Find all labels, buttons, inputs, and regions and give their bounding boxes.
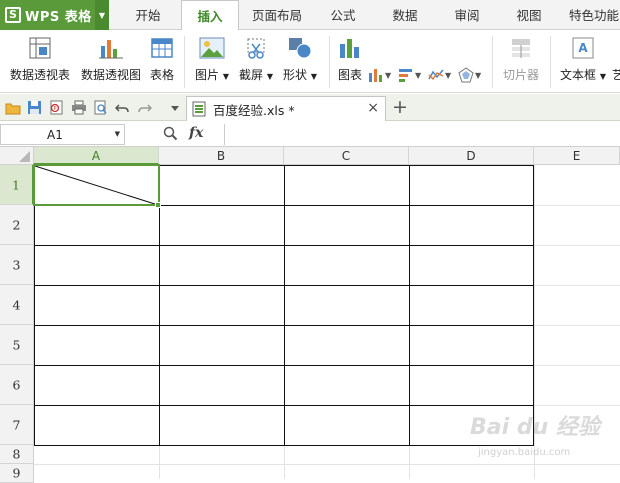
shapes-icon <box>287 34 313 62</box>
svg-text:A: A <box>578 41 588 55</box>
tab-special-features[interactable]: 特色功能 <box>565 0 620 30</box>
app-name: WPS 表格 <box>25 9 92 25</box>
xls-file-icon <box>192 101 206 117</box>
textbox-label: 文本框 ▼ <box>560 68 606 82</box>
open-folder-icon[interactable] <box>4 99 21 116</box>
app-menu-dropdown-icon[interactable]: ▼ <box>95 0 109 30</box>
table-button[interactable]: 表格 <box>148 34 176 83</box>
tab-review[interactable]: 审阅 <box>446 0 488 30</box>
fill-handle[interactable] <box>155 202 161 208</box>
textbox-icon: A <box>571 34 595 62</box>
tab-home[interactable]: 开始 <box>124 0 172 30</box>
selected-cell-a1[interactable] <box>33 164 160 206</box>
new-tab-icon[interactable]: + <box>392 95 408 119</box>
cell-reference: A1 <box>47 128 63 142</box>
pivot-table-button[interactable]: 数据透视表 <box>8 34 72 83</box>
scissors-icon <box>244 34 268 62</box>
baidu-watermark: Bai du 经验 <box>470 415 600 440</box>
customize-dropdown-icon[interactable] <box>166 99 183 116</box>
quick-access-bar: P 百度经验.xls * × + <box>0 94 620 121</box>
picture-icon <box>199 34 225 62</box>
app-menu-button[interactable]: S WPS 表格 ▼ <box>0 0 109 30</box>
ribbon-separator <box>184 36 185 88</box>
pivot-chart-label: 数据透视图 <box>80 68 141 82</box>
chart-label: 图表 <box>337 68 362 82</box>
spreadsheet-grid: A B C D E 1 2 3 4 5 6 7 8 9 Bai du 经验 ji… <box>0 147 620 483</box>
document-tab[interactable]: 百度经验.xls * × <box>186 96 386 121</box>
ribbon-separator <box>492 36 493 88</box>
shapes-label: 形状 ▼ <box>283 68 317 82</box>
close-tab-icon[interactable]: × <box>367 100 379 116</box>
ribbon-separator <box>550 36 551 88</box>
table-label: 表格 <box>149 68 174 82</box>
zoom-search-icon[interactable] <box>163 126 178 144</box>
slicer-label: 切片器 <box>502 68 539 82</box>
ribbon-insert: 数据透视表 数据透视图 表格 图片 ▼ 截屏 ▼ 形状 ▼ 图表 ▼ ▼ ▼ ▼… <box>0 30 620 112</box>
column-chart-button[interactable]: ▼ <box>368 67 391 83</box>
screenshot-label: 截屏 ▼ <box>239 68 273 82</box>
wordart-button-cutoff[interactable]: 艺 <box>612 34 620 83</box>
line-chart-button[interactable]: ▼ <box>428 67 451 83</box>
save-icon[interactable] <box>26 99 43 116</box>
document-filename: 百度经验.xls * <box>213 102 295 118</box>
svg-text:P: P <box>53 106 56 112</box>
column-chart-icon <box>369 69 382 82</box>
horizontal-bar-icon <box>399 69 412 82</box>
print-preview-icon[interactable] <box>92 99 109 116</box>
tab-view[interactable]: 视图 <box>508 0 550 30</box>
name-box[interactable]: A1 ▼ <box>0 124 125 145</box>
pivot-chart-button[interactable]: 数据透视图 <box>79 34 143 83</box>
screenshot-button[interactable]: 截屏 ▼ <box>238 34 274 83</box>
tab-page-layout[interactable]: 页面布局 <box>246 0 308 30</box>
shapes-button[interactable]: 形状 ▼ <box>282 34 318 83</box>
table-icon <box>150 34 174 62</box>
baidu-watermark-url: jingyan.baidu.com <box>478 447 571 458</box>
picture-button[interactable]: 图片 ▼ <box>193 34 231 83</box>
picture-label: 图片 ▼ <box>195 68 229 82</box>
formula-bar: A1 ▼ fx <box>0 122 620 147</box>
formula-separator <box>224 124 225 145</box>
menu-bar: S WPS 表格 ▼ 开始 插入 页面布局 公式 数据 审阅 视图 特色功能 <box>0 0 620 31</box>
slicer-icon <box>509 34 533 62</box>
pivot-table-label: 数据透视表 <box>9 68 70 82</box>
bar-chart-horizontal-button[interactable]: ▼ <box>398 67 421 83</box>
slicer-button[interactable]: 切片器 <box>499 34 543 83</box>
name-box-dropdown-icon[interactable]: ▼ <box>115 130 120 138</box>
pdf-export-icon[interactable]: P <box>48 99 65 116</box>
wordart-label: 艺 <box>612 68 620 82</box>
radar-chart-icon <box>458 67 474 83</box>
redo-icon[interactable] <box>136 99 153 116</box>
radar-chart-button[interactable]: ▼ <box>458 67 481 83</box>
chart-button[interactable]: 图表 <box>336 34 364 83</box>
tab-data[interactable]: 数据 <box>384 0 426 30</box>
undo-icon[interactable] <box>114 99 131 116</box>
tab-insert[interactable]: 插入 <box>181 0 239 31</box>
wps-logo-icon: S <box>5 7 21 23</box>
pivot-chart-icon <box>98 34 124 62</box>
line-chart-icon <box>428 69 444 81</box>
textbox-button[interactable]: A 文本框 ▼ <box>557 34 609 83</box>
bar-chart-icon <box>338 34 362 62</box>
tab-formulas[interactable]: 公式 <box>322 0 364 30</box>
insert-function-button[interactable]: fx <box>189 125 203 141</box>
print-icon[interactable] <box>70 99 87 116</box>
pivot-table-icon <box>28 34 52 62</box>
ribbon-separator <box>329 36 330 88</box>
